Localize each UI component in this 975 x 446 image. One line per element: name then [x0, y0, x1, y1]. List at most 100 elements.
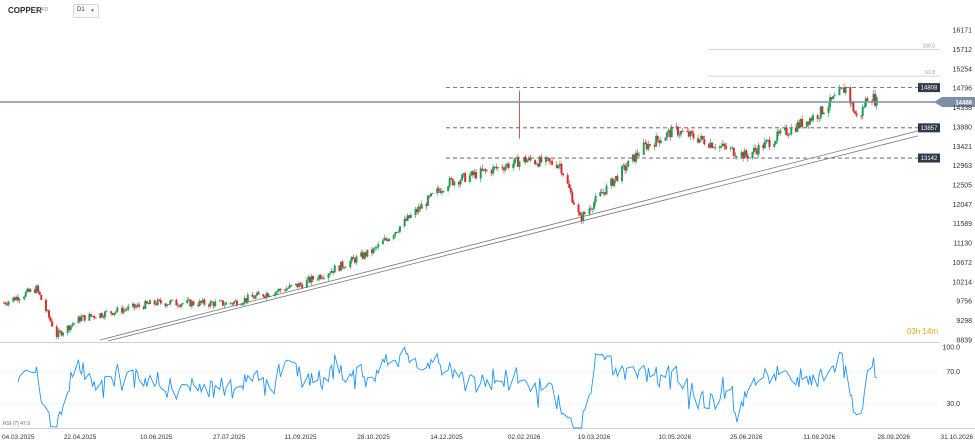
candle-body	[853, 111, 856, 114]
candle-body	[496, 167, 499, 169]
candle-body	[349, 260, 352, 268]
candle-body	[723, 143, 726, 147]
candle-body	[442, 191, 445, 192]
date-tick-label: 10.06.2025	[140, 434, 173, 441]
candle-body	[397, 231, 400, 233]
candle-body	[763, 141, 766, 149]
candle-body	[501, 167, 504, 169]
price-tick-label: 13421	[953, 144, 973, 151]
candle-body	[426, 195, 429, 206]
candle-body	[214, 301, 217, 307]
candle-body	[100, 313, 103, 317]
candle-body	[388, 238, 391, 242]
candle-body	[613, 179, 616, 186]
candle-body	[381, 240, 384, 245]
candle-body	[504, 166, 507, 171]
price-tick-label: 10214	[953, 279, 973, 286]
candle-body	[485, 170, 488, 172]
candle-body	[138, 304, 141, 307]
candle-body	[312, 276, 315, 280]
candle-body	[698, 139, 701, 143]
price-tick-label: 13880	[953, 124, 973, 131]
candle-body	[366, 249, 369, 257]
rsi-indicator-label[interactable]: RSI (7) 47.9	[3, 421, 30, 427]
candle-body	[594, 196, 597, 203]
candle-body	[648, 144, 651, 146]
date-tick-label: 14.12.2025	[430, 434, 463, 441]
candle-body	[37, 285, 40, 292]
price-tick-label: 12963	[953, 163, 973, 170]
candle-body	[448, 178, 451, 187]
candle-body	[299, 283, 302, 285]
candle-body	[447, 186, 450, 192]
candle-body	[801, 119, 804, 127]
price-tick-label: 12505	[953, 183, 973, 190]
candle-body	[557, 165, 560, 168]
candle-body	[268, 295, 271, 297]
rsi-panel: 100.0 70.0 30.0	[0, 345, 960, 429]
candle-body	[437, 188, 440, 191]
candle-body	[751, 152, 754, 158]
candle-body	[656, 135, 659, 140]
date-tick-label: 19.03.2026	[578, 434, 611, 441]
candle-body	[642, 142, 645, 155]
price-axis: 16171 15712 15254 14796 14338 13880 13421 12963…	[953, 28, 973, 345]
candle-body	[409, 215, 412, 218]
candle-body	[251, 294, 254, 297]
candle-body	[692, 133, 695, 139]
rsi-tick-label: 30.0	[946, 401, 960, 408]
candle-body	[745, 150, 748, 156]
candle-body	[167, 304, 170, 306]
candle-body	[768, 139, 771, 147]
price-tick-label: 16171	[953, 28, 973, 35]
candle-body	[352, 256, 355, 259]
trendlines	[99, 130, 919, 342]
candle-body	[861, 106, 864, 117]
candle-body	[833, 95, 836, 97]
candle-body	[468, 175, 471, 182]
candle-body	[548, 158, 551, 161]
candle-body	[450, 178, 453, 180]
candle-body	[341, 261, 344, 268]
date-tick-label: 11.08.2026	[803, 434, 835, 441]
candle-body	[72, 323, 75, 325]
candle-body	[670, 126, 673, 138]
price-tick-label: 11130	[954, 241, 973, 248]
candle-body	[235, 300, 238, 306]
level-tag-label: 13857	[921, 126, 938, 132]
candle-body	[18, 299, 21, 301]
candle-body	[69, 325, 72, 330]
candle-body	[779, 130, 782, 134]
candle-body	[788, 134, 791, 136]
candle-body	[703, 139, 706, 145]
candle-body	[526, 160, 529, 163]
candle-body	[568, 183, 571, 188]
candle-body	[125, 309, 128, 311]
price-chart[interactable]: 148081385713142100.061.8 14468 161711571…	[0, 0, 975, 446]
candle-timer: 03h 14m	[907, 327, 938, 336]
candle-body	[571, 192, 574, 203]
candle-body	[644, 142, 647, 144]
candle-body	[832, 96, 835, 100]
candle-body	[110, 311, 113, 314]
candle-body	[566, 175, 569, 184]
candle-body	[62, 332, 65, 336]
candle-body	[678, 134, 681, 136]
candle-body	[492, 167, 495, 174]
candle-body	[279, 288, 282, 291]
candle-body	[621, 166, 624, 182]
candle-body	[273, 294, 276, 296]
candle-body	[89, 313, 92, 317]
candle-body	[23, 296, 26, 300]
candle-body	[812, 115, 815, 121]
candle-body	[276, 291, 279, 292]
price-tick-label: 15712	[953, 47, 973, 54]
candle-body	[838, 88, 841, 96]
candle-body	[287, 287, 290, 289]
candle-body	[475, 172, 478, 179]
candle-body	[591, 208, 594, 210]
candle-body	[725, 146, 728, 149]
candle-body	[24, 292, 27, 297]
rsi-tick-label: 100.0	[942, 345, 960, 352]
candle-body	[513, 158, 516, 164]
